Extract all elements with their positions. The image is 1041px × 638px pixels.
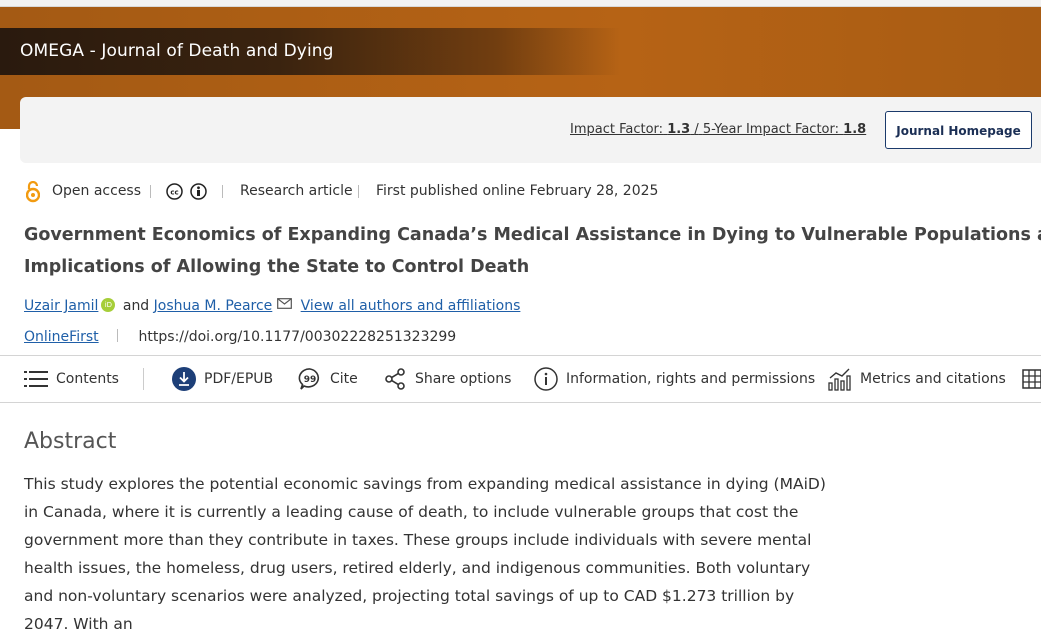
cite-label: Cite xyxy=(330,371,358,387)
browser-top-edge xyxy=(0,0,1041,7)
share-options-label: Share options xyxy=(415,371,512,387)
impact-factor-label: Impact Factor: xyxy=(570,122,664,137)
contents-list-icon xyxy=(24,371,48,387)
download-icon xyxy=(172,367,196,391)
information-rights-button[interactable]: Information, rights and permissions xyxy=(534,356,815,402)
view-all-authors-link[interactable]: View all authors and affiliations xyxy=(301,298,521,314)
publication-date: First published online February 28, 2025 xyxy=(376,183,659,199)
article-title-line-1: Government Economics of Expanding Canada… xyxy=(24,225,1041,245)
information-rights-label: Information, rights and permissions xyxy=(566,371,816,387)
doi-row: OnlineFirst https://doi.org/10.1177/0030… xyxy=(24,329,456,345)
creative-commons-icon: cc xyxy=(166,183,183,200)
table-icon xyxy=(1022,369,1041,389)
cite-button[interactable]: 99 Cite xyxy=(298,356,358,402)
author-link-jamil[interactable]: Uzair Jamil xyxy=(24,298,98,314)
five-year-impact-label: 5-Year Impact Factor: xyxy=(702,122,840,137)
impact-factor[interactable]: Impact Factor: 1.3 / 5-Year Impact Facto… xyxy=(570,122,866,137)
abstract-text: This study explores the potential econom… xyxy=(24,475,826,633)
share-options-button[interactable]: Share options xyxy=(383,356,511,402)
metrics-chart-icon xyxy=(828,368,851,391)
svg-text:99: 99 xyxy=(304,375,317,385)
article-title: Government Economics of Expanding Canada… xyxy=(24,219,1041,283)
abstract-heading: Abstract xyxy=(24,429,117,454)
tables-button[interactable] xyxy=(1022,356,1041,402)
article-toolbar: Contents PDF/EPUB 99 Cite Share options … xyxy=(0,355,1041,403)
divider xyxy=(150,185,151,198)
metrics-citations-label: Metrics and citations xyxy=(860,371,1006,387)
contents-label: Contents xyxy=(56,371,119,387)
cite-quote-icon: 99 xyxy=(298,368,320,390)
open-access-lock-icon xyxy=(26,181,40,203)
svg-text:cc: cc xyxy=(170,189,178,197)
pdf-epub-button[interactable]: PDF/EPUB xyxy=(172,356,273,402)
five-year-impact-value: 1.8 xyxy=(843,122,867,137)
impact-factor-value: 1.3 xyxy=(667,122,691,137)
divider xyxy=(222,185,223,198)
attribution-icon xyxy=(190,183,207,200)
open-access-label: Open access xyxy=(52,183,142,199)
author-conjunction: and xyxy=(122,298,150,314)
divider xyxy=(358,185,359,198)
share-icon xyxy=(385,368,405,390)
divider xyxy=(143,368,144,390)
pdf-epub-label: PDF/EPUB xyxy=(204,371,274,387)
metrics-citations-button[interactable]: Metrics and citations xyxy=(828,356,1006,402)
info-icon xyxy=(534,367,558,391)
orcid-icon[interactable]: iD xyxy=(101,298,116,312)
article-title-line-2: Implications of Allowing the State to Co… xyxy=(24,257,530,277)
mail-icon[interactable] xyxy=(276,298,292,309)
online-first-link[interactable]: OnlineFirst xyxy=(24,329,99,345)
divider xyxy=(117,329,119,342)
impact-separator: / xyxy=(694,122,699,137)
article-type: Research article xyxy=(240,183,353,199)
doi-link[interactable]: https://doi.org/10.1177/0030222825132329… xyxy=(139,329,457,345)
authors-row: Uzair Jamil iD and Joshua M. Pearce View … xyxy=(24,298,520,314)
journal-homepage-button[interactable]: Journal Homepage xyxy=(885,111,1032,149)
contents-button[interactable]: Contents xyxy=(24,356,119,402)
author-link-pearce[interactable]: Joshua M. Pearce xyxy=(154,298,273,314)
journal-title[interactable]: OMEGA - Journal of Death and Dying xyxy=(20,41,334,61)
